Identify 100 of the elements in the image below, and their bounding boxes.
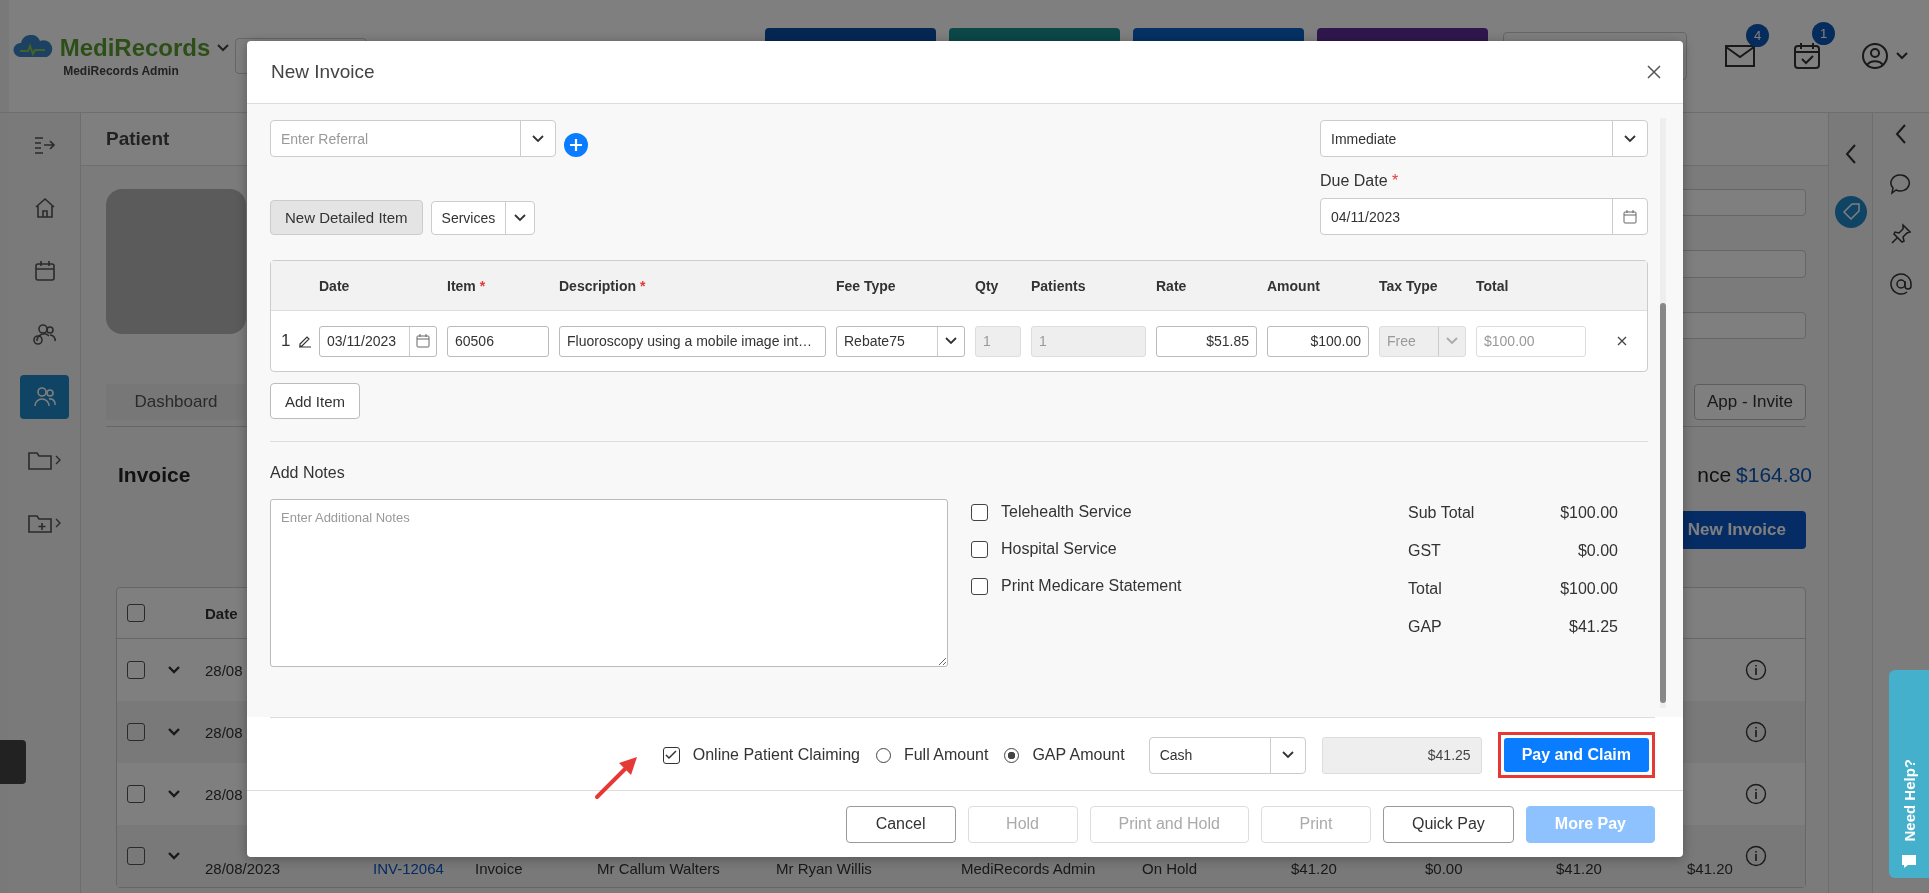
- date-field[interactable]: 03/11/2023: [319, 325, 437, 357]
- page-title: Patient: [106, 128, 170, 150]
- chevron-left-icon[interactable]: [1843, 143, 1858, 165]
- pay-and-claim-button[interactable]: Pay and Claim: [1503, 738, 1649, 772]
- info-icon[interactable]: [1745, 783, 1767, 805]
- folder-plus-icon: [27, 513, 62, 533]
- close-icon[interactable]: [1647, 65, 1661, 79]
- checkbox[interactable]: [662, 746, 680, 764]
- table-cell-text: $41.20: [1556, 860, 1603, 879]
- chevron-down-icon: [532, 134, 544, 143]
- checkbox[interactable]: [127, 604, 145, 622]
- table-cell-text: Mr Ryan Willis: [776, 860, 873, 879]
- total-field: $100.00: [1476, 325, 1586, 357]
- total-value: $0.00: [1577, 541, 1618, 560]
- pin-icon[interactable]: [1890, 223, 1912, 245]
- calendar-check-icon[interactable]: [1793, 42, 1821, 70]
- fee-type-select[interactable]: Rebate75: [836, 325, 965, 357]
- chevron-down-icon: [1281, 751, 1294, 759]
- table-cell-text: $41.20: [1687, 860, 1734, 879]
- info-icon[interactable]: [1745, 721, 1767, 743]
- chevron-down-icon[interactable]: [167, 665, 181, 675]
- radio-button[interactable]: [875, 747, 891, 763]
- table-cell-text: On Hold: [1142, 860, 1199, 879]
- checkbox[interactable]: [127, 723, 145, 741]
- column-header: Qty: [975, 277, 1000, 294]
- app-invite-button[interactable]: App - Invite: [1694, 384, 1806, 420]
- folder-icon: [27, 450, 62, 470]
- column-header: Fee Type: [836, 277, 897, 294]
- chat-icon[interactable]: [1890, 173, 1912, 195]
- table-cell-text: MediRecords Admin: [961, 860, 1097, 879]
- footer-button[interactable]: Quick Pay: [1382, 805, 1514, 843]
- info-icon[interactable]: [1745, 659, 1767, 681]
- user-role-label: MediRecords Admin: [63, 64, 179, 78]
- total-value: $100.00: [1560, 503, 1618, 522]
- total-value: $100.00: [1560, 579, 1618, 598]
- people-coin-icon: [32, 323, 57, 345]
- at-sign-icon[interactable]: [1890, 273, 1912, 295]
- balance-label: nce: [1697, 463, 1732, 487]
- info-icon[interactable]: [1745, 845, 1767, 867]
- checkbox[interactable]: [971, 540, 988, 558]
- remove-icon[interactable]: [1616, 336, 1627, 346]
- table-cell-text: 28/08: [205, 785, 244, 803]
- chevron-down-icon[interactable]: [1895, 51, 1909, 61]
- column-header: Rate: [1156, 277, 1188, 294]
- checkbox[interactable]: [127, 847, 145, 865]
- footer-button[interactable]: Cancel: [845, 805, 956, 843]
- services-select[interactable]: Services: [430, 200, 535, 235]
- section-title: Invoice: [118, 463, 191, 487]
- description-field[interactable]: Fluoroscopy using a mobile image int…: [559, 325, 826, 357]
- column-header: Item *: [447, 277, 487, 294]
- add-item-button[interactable]: Add Item: [270, 383, 361, 419]
- home-icon: [33, 197, 56, 219]
- option-label: Telehealth Service: [1001, 503, 1132, 521]
- expand-menu-icon: [33, 135, 56, 155]
- table-cell-text: $0.00: [1425, 860, 1464, 879]
- rate-field[interactable]: $51.85: [1156, 325, 1257, 357]
- radio-button[interactable]: [1004, 747, 1020, 763]
- column-header: Description *: [559, 277, 647, 294]
- column-header: Date: [319, 277, 351, 294]
- calendar-icon: [416, 334, 430, 348]
- total-label: Total: [1408, 579, 1442, 598]
- chevron-down-icon[interactable]: [167, 851, 181, 861]
- option-label: Full Amount: [903, 746, 989, 764]
- notes-field[interactable]: Enter Additional Notes: [270, 499, 948, 667]
- terms-select[interactable]: Immediate: [1320, 120, 1648, 157]
- pencil-icon[interactable]: [298, 334, 313, 348]
- tag-icon[interactable]: [1833, 195, 1868, 229]
- calendar-icon: [33, 260, 56, 282]
- total-label: GST: [1408, 541, 1441, 560]
- chevron-down-icon: [1446, 337, 1458, 345]
- chevron-down-icon[interactable]: [167, 727, 181, 737]
- amount-field[interactable]: $100.00: [1267, 325, 1369, 357]
- table-cell-text: $41.20: [1291, 860, 1338, 879]
- dialog-title: New Invoice: [271, 61, 375, 83]
- checkbox[interactable]: [971, 577, 988, 595]
- add-icon[interactable]: [564, 133, 588, 157]
- item-field[interactable]: 60506: [447, 325, 549, 357]
- chevron-left-icon[interactable]: [1894, 123, 1908, 145]
- payment-method-select[interactable]: Cash: [1148, 736, 1306, 774]
- total-value: $41.25: [1569, 617, 1618, 636]
- checkbox[interactable]: [971, 503, 988, 521]
- sidebar-item[interactable]: [20, 375, 69, 419]
- chevron-down-icon[interactable]: [216, 43, 231, 53]
- user-avatar-icon[interactable]: [1861, 42, 1889, 70]
- checkbox[interactable]: [127, 661, 145, 679]
- checkbox[interactable]: [127, 785, 145, 803]
- option-label: Print Medicare Statement: [1001, 577, 1182, 595]
- due-date-field[interactable]: 04/11/2023: [1320, 198, 1648, 235]
- app-logo-text: MediRecords: [59, 34, 211, 62]
- notification-badge: 1: [1812, 22, 1835, 45]
- column-header: Tax Type: [1379, 277, 1439, 294]
- chevron-down-icon[interactable]: [167, 789, 181, 799]
- new-detailed-item-button[interactable]: New Detailed Item: [270, 200, 423, 235]
- column-header: Date: [205, 604, 239, 622]
- mail-icon[interactable]: [1725, 44, 1755, 68]
- due-date-label: Due Date *: [1320, 172, 1400, 190]
- people-icon: [32, 386, 57, 408]
- scrollbar-thumb[interactable]: [1660, 303, 1666, 703]
- table-cell-text: 28/08/2023: [205, 860, 282, 879]
- table-cell-text: 28/08: [205, 723, 244, 741]
